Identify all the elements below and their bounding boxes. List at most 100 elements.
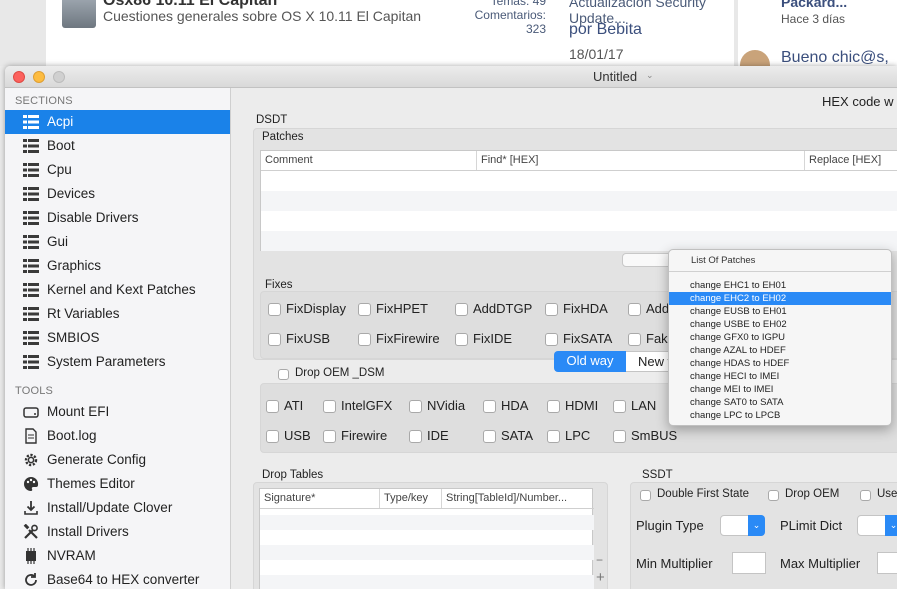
fix-fixusb-checkbox[interactable] bbox=[268, 333, 281, 346]
patch-option-change-heci-to-imei[interactable]: change HECI to IMEI bbox=[669, 370, 891, 383]
table-row[interactable] bbox=[260, 545, 594, 560]
dsm-hda-checkbox[interactable] bbox=[483, 400, 496, 413]
dsm-label: IntelGFX bbox=[341, 398, 393, 413]
patches-table[interactable]: Comment Find* [HEX] Replace [HEX] bbox=[260, 150, 897, 251]
patch-option-change-ehc1-to-eh01[interactable]: change EHC1 to EH01 bbox=[669, 279, 891, 292]
fix-fixide-checkbox[interactable] bbox=[455, 333, 468, 346]
patch-option-change-lpc-to-lpcb[interactable]: change LPC to LPCB bbox=[669, 409, 891, 422]
table-row[interactable] bbox=[261, 191, 897, 211]
window-titlebar[interactable]: Untitled ⌄ bbox=[5, 66, 897, 88]
sidebar-item-disable-drivers[interactable]: Disable Drivers bbox=[5, 206, 230, 230]
dsm-lan-checkbox[interactable] bbox=[613, 400, 626, 413]
sidebar-item-system-parameters[interactable]: System Parameters bbox=[5, 350, 230, 374]
sidebar-tool-install-drivers[interactable]: Install Drivers bbox=[5, 520, 230, 544]
sidebar-item-boot[interactable]: Boot bbox=[5, 134, 230, 158]
max-multiplier-input[interactable] bbox=[877, 552, 897, 574]
sidebar-tool-install-update-clover[interactable]: Install/Update Clover bbox=[5, 496, 230, 520]
sidebar-item-label: Disable Drivers bbox=[47, 210, 139, 225]
list-of-patches-popup[interactable]: List Of Patches change EHC1 to EH01 chang… bbox=[668, 249, 892, 426]
max-multiplier-label: Max Multiplier bbox=[780, 556, 861, 571]
ssdt-drop-oem-checkbox[interactable] bbox=[768, 490, 779, 501]
ssdt-heading: SSDT bbox=[642, 469, 673, 481]
dsm-usb-checkbox[interactable] bbox=[266, 430, 279, 443]
patch-option-change-azal-to-hdef[interactable]: change AZAL to HDEF bbox=[669, 344, 891, 357]
fix-fixhpet-checkbox[interactable] bbox=[358, 303, 371, 316]
sidebar-tool-nvram[interactable]: NVRAM bbox=[5, 544, 230, 568]
plimit-dict-select[interactable]: ⌄ bbox=[857, 515, 897, 536]
sidebar-item-devices[interactable]: Devices bbox=[5, 182, 230, 206]
fix-fake-checkbox[interactable] bbox=[628, 333, 641, 346]
old-way-segment[interactable]: Old way bbox=[554, 351, 626, 372]
sidebar-item-label: Install/Update Clover bbox=[47, 500, 173, 515]
dsm-sata-checkbox[interactable] bbox=[483, 430, 496, 443]
add-row-button[interactable]: + bbox=[596, 569, 605, 586]
popup-divider bbox=[669, 271, 891, 272]
patch-option-change-sat0-to-sata[interactable]: change SAT0 to SATA bbox=[669, 396, 891, 409]
ssdt-double-first-state-checkbox[interactable] bbox=[640, 490, 651, 501]
dsm-hdmi-checkbox[interactable] bbox=[547, 400, 560, 413]
sidebar-item-label: Acpi bbox=[47, 114, 74, 129]
dsm-ide-checkbox[interactable] bbox=[409, 430, 422, 443]
table-row[interactable] bbox=[260, 575, 594, 589]
sidebar-item-graphics[interactable]: Graphics bbox=[5, 254, 230, 278]
sidebar-item-cpu[interactable]: Cpu bbox=[5, 158, 230, 182]
sidebar-item-kernel-and-kext-patches[interactable]: Kernel and Kext Patches bbox=[5, 278, 230, 302]
patch-option-change-gfx0-to-igpu[interactable]: change GFX0 to IGPU bbox=[669, 331, 891, 344]
sidebar-item-rt-variables[interactable]: Rt Variables bbox=[5, 302, 230, 326]
close-window-button[interactable] bbox=[13, 71, 25, 83]
sidebar-item-acpi[interactable]: Acpi bbox=[5, 110, 230, 134]
sidebar-item-gui[interactable]: Gui bbox=[5, 230, 230, 254]
sidebar-item-label: Boot.log bbox=[47, 428, 97, 443]
dsm-smbus-checkbox[interactable] bbox=[613, 430, 626, 443]
dsm-nvidia-checkbox[interactable] bbox=[409, 400, 422, 413]
fix-label: AddDTGP bbox=[473, 301, 533, 316]
patch-option-change-eusb-to-eh01[interactable]: change EUSB to EH01 bbox=[669, 305, 891, 318]
drop-col-signature[interactable]: Signature* bbox=[260, 489, 380, 508]
fix-fixdisplay-checkbox[interactable] bbox=[268, 303, 281, 316]
fix-label: FixIDE bbox=[473, 331, 512, 346]
patch-option-change-ehc2-to-eh02[interactable]: change EHC2 to EH02 bbox=[669, 292, 891, 305]
fix-addm-checkbox[interactable] bbox=[628, 303, 641, 316]
min-multiplier-input[interactable] bbox=[732, 552, 766, 574]
document-icon bbox=[23, 428, 39, 444]
fix-fixsata-checkbox[interactable] bbox=[545, 333, 558, 346]
zoom-window-button[interactable] bbox=[53, 71, 65, 83]
sidebar-tool-base64-to-hex-converter[interactable]: Base64 to HEX converter bbox=[5, 568, 230, 589]
fix-fixhda-checkbox[interactable] bbox=[545, 303, 558, 316]
patch-option-change-hdas-to-hdef[interactable]: change HDAS to HDEF bbox=[669, 357, 891, 370]
chevron-down-icon[interactable]: ⌄ bbox=[646, 70, 654, 81]
drop-oem-dsm-checkbox[interactable] bbox=[278, 369, 289, 380]
fix-fixfirewire-checkbox[interactable] bbox=[358, 333, 371, 346]
sidebar-tool-mount-efi[interactable]: Mount EFI bbox=[5, 400, 230, 424]
table-row[interactable] bbox=[261, 231, 897, 251]
patch-option-change-usbe-to-eh02[interactable]: change USBE to EH02 bbox=[669, 318, 891, 331]
dsm-lpc-checkbox[interactable] bbox=[547, 430, 560, 443]
patches-col-replace[interactable]: Replace [HEX] bbox=[805, 151, 897, 170]
sidebar-tool-themes-editor[interactable]: Themes Editor bbox=[5, 472, 230, 496]
fix-adddtgp-checkbox[interactable] bbox=[455, 303, 468, 316]
sidebar-tool-generate-config[interactable]: Generate Config bbox=[5, 448, 230, 472]
drop-col-string[interactable]: String[TableId]/Number... bbox=[442, 489, 594, 508]
table-row[interactable] bbox=[260, 515, 594, 530]
fix-label: FixSATA bbox=[563, 331, 613, 346]
sidebar-item-smbios[interactable]: SMBIOS bbox=[5, 326, 230, 350]
forum-comments: Temas: 49 Comentarios: 323 bbox=[462, 0, 546, 36]
dsm-intelgfx-checkbox[interactable] bbox=[323, 400, 336, 413]
ssdt-use-checkbox[interactable] bbox=[860, 490, 871, 501]
remove-row-button[interactable]: − bbox=[596, 553, 603, 567]
dsm-firewire-checkbox[interactable] bbox=[323, 430, 336, 443]
patches-col-comment[interactable]: Comment bbox=[261, 151, 477, 170]
last-post-author[interactable]: por Bebita bbox=[569, 21, 642, 39]
sidebar-item-label: Rt Variables bbox=[47, 306, 120, 321]
plugin-type-select[interactable]: ⌄ bbox=[720, 515, 765, 536]
dsm-label: Firewire bbox=[341, 428, 388, 443]
right-post-text[interactable]: Bueno chic@s, bbox=[781, 49, 889, 66]
drop-tables-table[interactable]: Signature* Type/key String[TableId]/Numb… bbox=[259, 488, 594, 589]
right-post-title[interactable]: Packard... bbox=[781, 0, 847, 10]
patches-col-find[interactable]: Find* [HEX] bbox=[477, 151, 805, 170]
sidebar-tool-boot-log[interactable]: Boot.log bbox=[5, 424, 230, 448]
minimize-window-button[interactable] bbox=[33, 71, 45, 83]
dsm-ati-checkbox[interactable] bbox=[266, 400, 279, 413]
drop-col-type[interactable]: Type/key bbox=[380, 489, 442, 508]
patch-option-change-mei-to-imei[interactable]: change MEI to IMEI bbox=[669, 383, 891, 396]
